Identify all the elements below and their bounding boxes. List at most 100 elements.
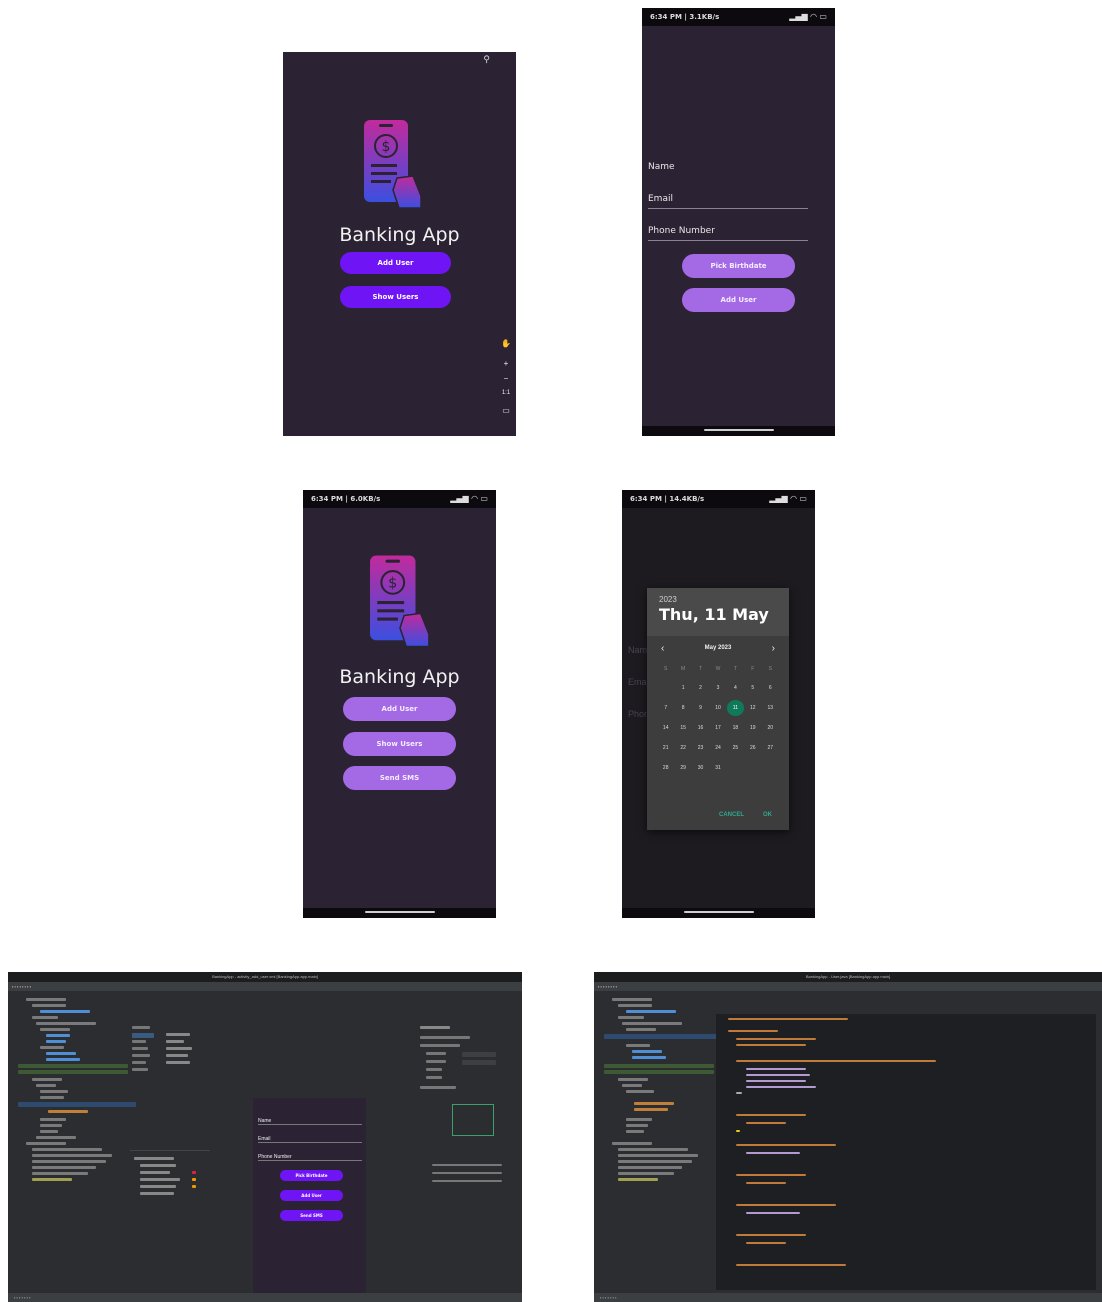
day-cell[interactable]: 26	[744, 740, 761, 756]
show-users-button[interactable]: Show Users	[340, 286, 451, 308]
status-bar: 6:34 PM | 14.4KB/s ▂▄▆ ◠ ▭	[622, 490, 815, 508]
day-cell[interactable]: 9	[692, 700, 709, 716]
resize-icon[interactable]: ▭	[500, 406, 512, 415]
day-cell[interactable]: 15	[674, 720, 691, 736]
bank-phone-logo-icon: $	[370, 555, 430, 648]
send-sms-button[interactable]: Send SMS	[343, 766, 456, 790]
app-title: Banking App	[339, 666, 460, 688]
weekday-label: M	[681, 666, 686, 672]
day-cell[interactable]: 5	[744, 680, 761, 696]
month-label: May 2023	[704, 645, 732, 651]
day-cell[interactable]: 6	[762, 680, 779, 696]
preview-pick-birthdate-button[interactable]: Pick Birthdate	[280, 1170, 343, 1181]
day-cell[interactable]: 2	[692, 680, 709, 696]
day-cell[interactable]: 3	[709, 680, 726, 696]
ide-window-title: BankingApp - User.java [BankingApp.app.m…	[594, 972, 1102, 982]
day-cell[interactable]: 23	[692, 740, 709, 756]
phone-field[interactable]: Phone Number	[648, 226, 808, 241]
day-cell[interactable]: 8	[674, 700, 691, 716]
app-title: Banking App	[339, 224, 460, 246]
show-users-button[interactable]: Show Users	[343, 732, 456, 756]
project-tree[interactable]	[604, 994, 722, 1290]
add-user-button[interactable]: Add User	[340, 252, 451, 274]
day-cell[interactable]: 21	[657, 740, 674, 756]
zoom-in-icon[interactable]: +	[500, 359, 512, 368]
day-cell[interactable]: 20	[762, 720, 779, 736]
day-cell[interactable]: 24	[709, 740, 726, 756]
screen-add-user-form: 6:34 PM | 3.1KB/s ▂▄▆ ◠ ▭ Name Email Pho…	[642, 8, 835, 436]
screen-banking-home-sms: 6:34 PM | 6.0KB/s ▂▄▆ ◠ ▭ $ Banking App …	[303, 490, 496, 918]
emulator-touch-icon[interactable]: ✋	[500, 339, 512, 348]
name-field[interactable]: Name	[648, 162, 808, 176]
day-cell[interactable]: 29	[674, 760, 691, 776]
selected-day-cell[interactable]: 11	[726, 700, 745, 716]
component-tree[interactable]	[130, 1150, 210, 1221]
screen-banking-home-emulator: ⚲ $ Banking App Add User Show Users ✋ + …	[283, 52, 516, 436]
preview-add-user-button[interactable]: Add User	[280, 1190, 343, 1201]
day-cell[interactable]: 19	[744, 720, 761, 736]
day-cell	[657, 680, 674, 696]
next-month-icon[interactable]: ›	[772, 643, 775, 654]
day-cell[interactable]: 12	[744, 700, 761, 716]
week-row: 14 15 16 17 18 19 20	[657, 718, 779, 738]
cancel-button[interactable]: CANCEL	[719, 812, 744, 818]
fit-screen-icon[interactable]: 1:1	[500, 390, 512, 396]
bank-phone-logo-icon: $	[364, 120, 422, 209]
attributes-panel[interactable]	[418, 1024, 510, 1274]
day-cell	[762, 760, 779, 776]
date-picker-dialog: 2023 Thu, 11 May ‹ May 2023 › SMTWTFS 12…	[647, 588, 789, 830]
day-cell[interactable]: 16	[692, 720, 709, 736]
project-tree[interactable]	[18, 994, 136, 1290]
pick-birthdate-button[interactable]: Pick Birthdate	[682, 254, 795, 278]
ide-layout-editor: BankingApp - activity_add_user.xml [Bank…	[8, 972, 522, 1302]
email-field[interactable]: Email	[648, 194, 808, 209]
day-cell	[744, 760, 761, 776]
preview-send-sms-button[interactable]: Send SMS	[280, 1210, 343, 1221]
ok-button[interactable]: OK	[763, 812, 772, 818]
preview-name-label: Name	[258, 1118, 362, 1125]
code-editor[interactable]	[716, 1014, 1096, 1290]
day-cell[interactable]: 4	[727, 680, 744, 696]
day-cell[interactable]: 25	[727, 740, 744, 756]
preview-phone-label: Phone Number	[258, 1154, 362, 1161]
day-cell[interactable]: 17	[709, 720, 726, 736]
zoom-out-icon[interactable]: −	[500, 374, 512, 383]
ide-menu-bar[interactable]: ▪ ▪ ▪ ▪ ▪ ▪ ▪ ▪	[8, 982, 522, 991]
add-user-button[interactable]: Add User	[682, 288, 795, 312]
day-cell[interactable]: 30	[692, 760, 709, 776]
day-cell[interactable]: 1	[674, 680, 691, 696]
gesture-bar	[642, 426, 835, 436]
gesture-bar	[622, 908, 815, 918]
week-row: 21 22 23 24 25 26 27	[657, 738, 779, 758]
emulator-pin-icon: ⚲	[483, 54, 490, 64]
design-preview: Name Email Phone Number Pick Birthdate A…	[253, 1098, 366, 1300]
svg-text:$: $	[388, 576, 397, 592]
week-row: 123456	[657, 678, 779, 698]
constraint-widget[interactable]	[452, 1104, 494, 1136]
preview-email-label: Email	[258, 1136, 362, 1143]
weekday-label: T	[699, 666, 703, 672]
day-cell[interactable]: 7	[657, 700, 674, 716]
status-time: 6:34 PM | 14.4KB/s	[630, 495, 705, 503]
status-bar: 6:34 PM | 3.1KB/s ▂▄▆ ◠ ▭	[642, 8, 835, 26]
day-cell[interactable]: 18	[727, 720, 744, 736]
add-user-button[interactable]: Add User	[343, 697, 456, 721]
gesture-bar	[303, 908, 496, 918]
day-cell[interactable]: 31	[709, 760, 726, 776]
day-cell[interactable]: 10	[709, 700, 726, 716]
signal-wifi-battery-icon: ▂▄▆ ◠ ▭	[789, 12, 827, 21]
ide-code-editor: BankingApp - User.java [BankingApp.app.m…	[594, 972, 1102, 1302]
day-cell[interactable]: 14	[657, 720, 674, 736]
weekday-label: T	[733, 666, 737, 672]
day-cell[interactable]: 27	[762, 740, 779, 756]
day-cell	[727, 760, 744, 776]
selected-year[interactable]: 2023	[659, 595, 677, 604]
day-cell[interactable]: 22	[674, 740, 691, 756]
svg-text:$: $	[382, 139, 391, 155]
day-cell[interactable]: 28	[657, 760, 674, 776]
ide-status-bar: ▪ ▪ ▪ ▪ ▪ ▪ ▪	[594, 1293, 1102, 1302]
ide-menu-bar[interactable]: ▪ ▪ ▪ ▪ ▪ ▪ ▪ ▪	[594, 982, 1102, 991]
screen-date-picker: 6:34 PM | 14.4KB/s ▂▄▆ ◠ ▭ Name Email Ph…	[622, 490, 815, 918]
status-time: 6:34 PM | 3.1KB/s	[650, 13, 720, 21]
day-cell[interactable]: 13	[762, 700, 779, 716]
